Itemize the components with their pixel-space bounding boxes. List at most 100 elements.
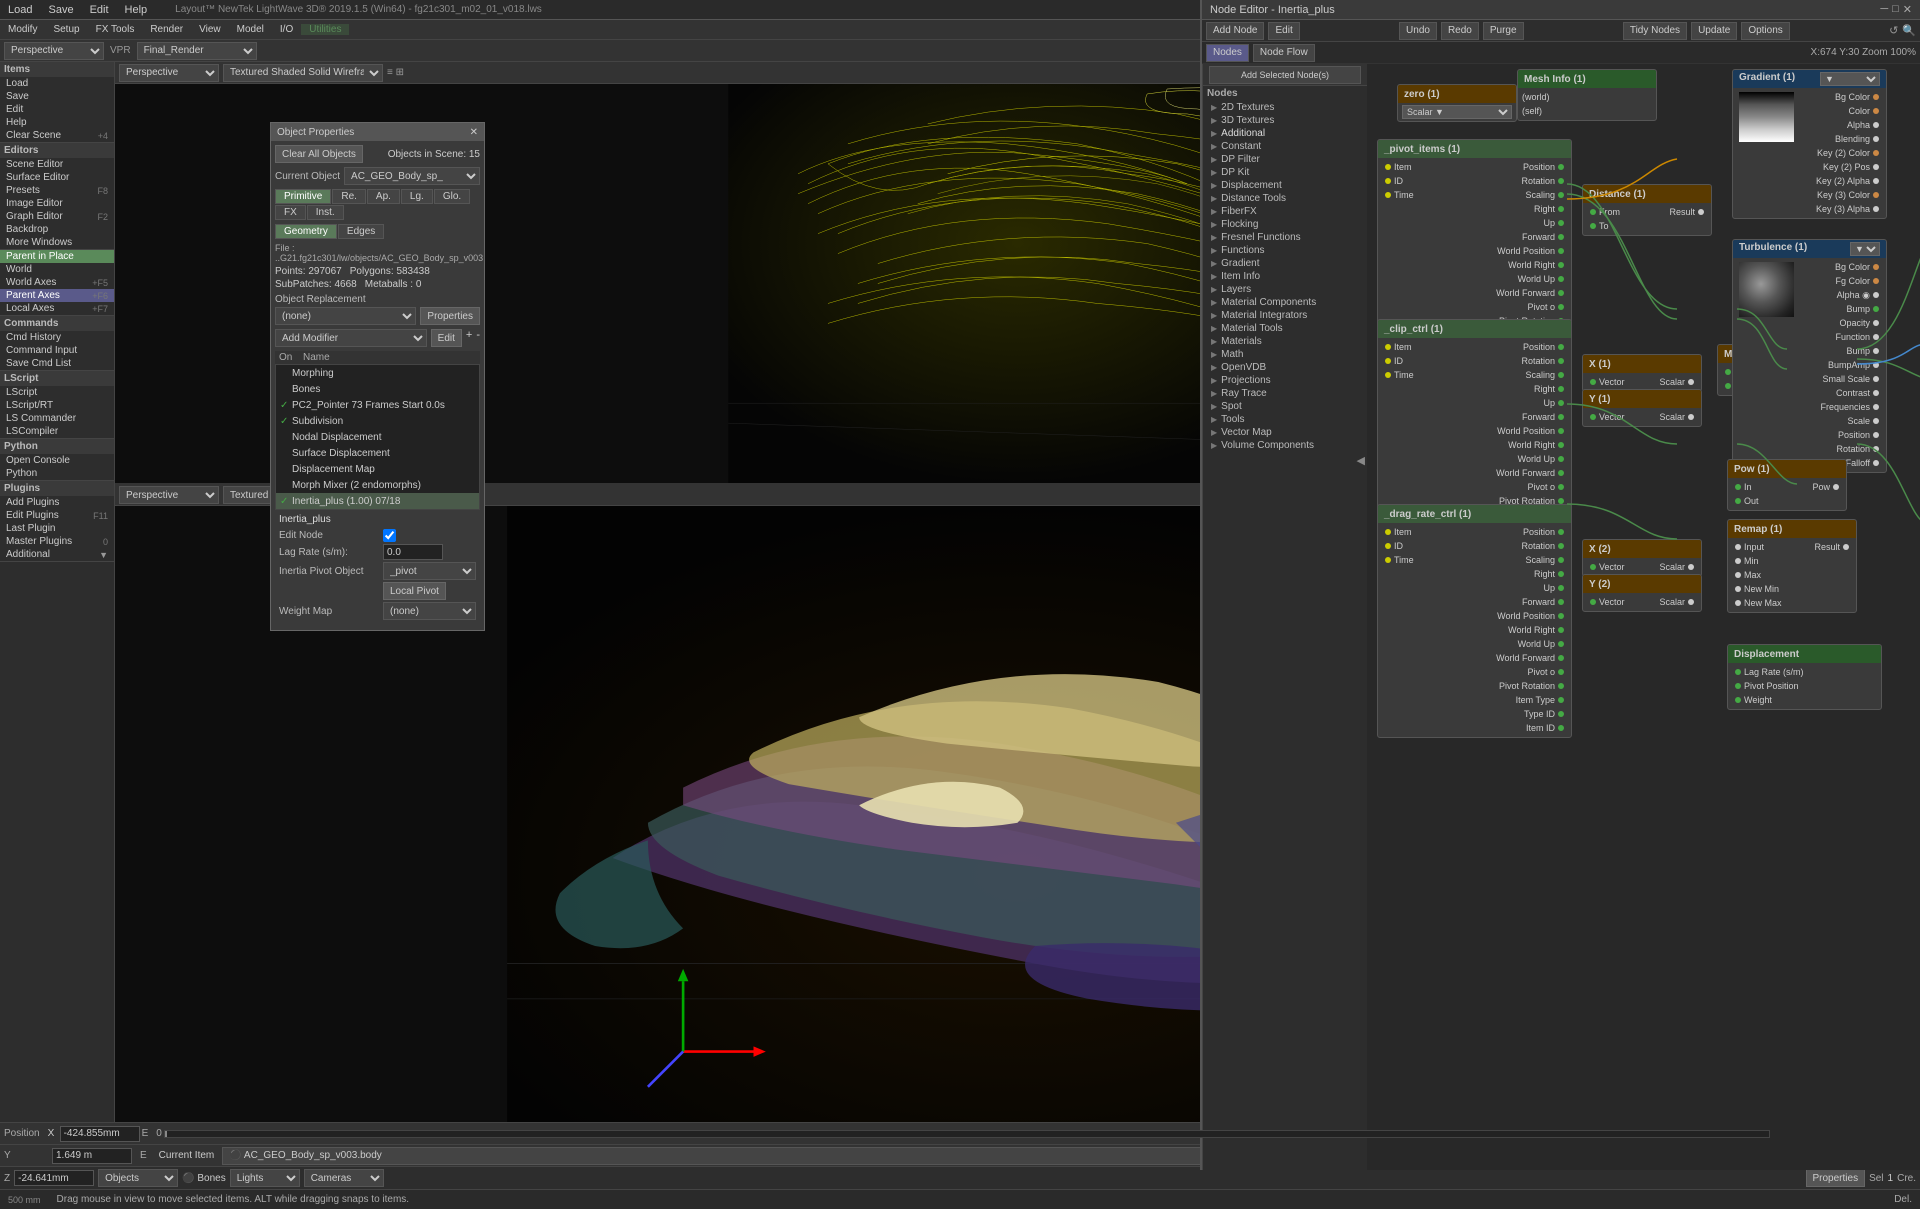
tab-inst[interactable]: Inst. [307,205,344,220]
sidebar-ls-commander[interactable]: LS Commander [0,412,114,425]
sidebar-lscompiler[interactable]: LSCompiler [0,425,114,438]
modifier-bones[interactable]: Bones [276,381,479,397]
node-category-3d-textures[interactable]: 3D Textures [1203,114,1367,127]
node-category-additional[interactable]: Additional [1203,127,1367,140]
node-category-tools[interactable]: Tools [1203,413,1367,426]
objects-select[interactable]: Objects [98,1169,178,1187]
tab-lg[interactable]: Lg. [401,189,433,204]
node-category-materials[interactable]: Materials [1203,335,1367,348]
timeline-slider[interactable] [164,1130,1771,1138]
tab-ap[interactable]: Ap. [367,189,400,204]
purge-btn[interactable]: Purge [1483,22,1524,40]
modifier-morphing[interactable]: Morphing [276,365,479,381]
x-e-btn[interactable]: E [142,1128,149,1139]
local-pivot-btn[interactable]: Local Pivot [383,582,446,600]
sidebar-item-load[interactable]: Load [0,77,114,90]
tab-model[interactable]: Model [229,24,272,35]
node-category-fiberfx[interactable]: FiberFX [1203,205,1367,218]
sidebar-image-editor[interactable]: Image Editor [0,197,114,210]
sidebar-local-axes[interactable]: Local Axes+F7 [0,302,114,315]
tab-glo[interactable]: Glo. [434,189,470,204]
node-category-gradient[interactable]: Gradient [1203,257,1367,270]
sidebar-item-save[interactable]: Save [0,90,114,103]
sidebar-master-plugins[interactable]: Master Plugins0 [0,535,114,548]
sidebar-backdrop[interactable]: Backdrop [0,223,114,236]
clear-all-objects-btn[interactable]: Clear All Objects [275,145,363,163]
node-category-dp-kit[interactable]: DP Kit [1203,166,1367,179]
sidebar-more-windows[interactable]: More Windows [0,236,114,249]
nodes-panel-collapse[interactable]: ◀ [1203,452,1367,469]
node-zero[interactable]: zero (1) Scalar ▼ [1397,84,1517,122]
node-remap[interactable]: Remap (1) Input Min Max New Min New Max … [1727,519,1857,613]
pivot-select[interactable]: _pivot [383,562,476,580]
add-modifier-select[interactable]: Add Modifier [275,329,427,347]
node-gradient1[interactable]: Gradient (1) ▼ Bg Color Color Alpha Blen… [1732,69,1887,219]
sidebar-add-plugins[interactable]: Add Plugins [0,496,114,509]
sidebar-lscript-rt[interactable]: LScript/RT [0,399,114,412]
modifier-surface-disp[interactable]: Surface Displacement [276,445,479,461]
x-input[interactable] [60,1126,140,1142]
obj-props-close-btn[interactable]: ✕ [470,127,478,138]
node-category-raytrace[interactable]: Ray Trace [1203,387,1367,400]
node-displacement[interactable]: Displacement Lag Rate (s/m) Pivot Positi… [1727,644,1882,710]
node-category-material-tools[interactable]: Material Tools [1203,322,1367,335]
menu-help[interactable]: Help [117,4,156,16]
y-e-btn[interactable]: E [140,1150,147,1161]
close-btn[interactable]: ✕ [1903,3,1912,16]
sidebar-graph-editor[interactable]: Graph EditorF2 [0,210,114,223]
edit-modifier-btn[interactable]: Edit [431,329,462,347]
y-input[interactable] [52,1148,132,1164]
turbulence-type-select[interactable]: ▼ [1850,242,1880,256]
node-drag-rate[interactable]: _drag_rate_ctrl (1) Item ID Time Positio… [1377,504,1572,738]
node-category-material-components[interactable]: Material Components [1203,296,1367,309]
node-category-vector-map[interactable]: Vector Map [1203,426,1367,439]
search-icon[interactable]: 🔍 [1902,24,1916,37]
node-category-volume-components[interactable]: Volume Components [1203,439,1367,452]
tab-utilities[interactable]: Utilities [301,24,349,35]
minimize-btn[interactable]: ─ [1880,3,1888,16]
sidebar-edit-plugins[interactable]: Edit PluginsF11 [0,509,114,522]
node-pow[interactable]: Pow (1) In Out Pow [1727,459,1847,511]
sidebar-open-console[interactable]: Open Console [0,454,114,467]
options-btn[interactable]: Options [1741,22,1789,40]
node-category-constant[interactable]: Constant [1203,140,1367,153]
sidebar-additional[interactable]: Additional▼ [0,548,114,561]
z-input[interactable] [14,1170,94,1186]
sidebar-item-edit[interactable]: Edit [0,103,114,116]
node-category-flocking[interactable]: Flocking [1203,218,1367,231]
undo-btn[interactable]: Undo [1399,22,1437,40]
edit-node-checkbox[interactable] [383,529,396,542]
modifier-icon1[interactable]: + [466,329,472,347]
node-category-projections[interactable]: Projections [1203,374,1367,387]
tab-geometry[interactable]: Geometry [275,224,337,239]
viewport-camera-select[interactable]: Perspective [119,64,219,82]
properties-btn[interactable]: Properties [420,307,480,325]
tab-edges[interactable]: Edges [338,224,384,239]
add-selected-node-btn[interactable]: Add Selected Node(s) [1209,66,1361,84]
refresh-icon[interactable]: ↺ [1889,24,1898,37]
menu-edit[interactable]: Edit [82,4,117,16]
tab-fx[interactable]: FX [275,205,306,220]
sidebar-cmd-history[interactable]: Cmd History [0,331,114,344]
sidebar-parent-axes[interactable]: Parent Axes+F6 [0,289,114,302]
node-mesh-info[interactable]: Mesh Info (1) (world) (self) [1517,69,1657,121]
camera-select[interactable]: Perspective [4,42,104,60]
sidebar-clear-scene[interactable]: Clear Scene+4 [0,129,114,142]
replacement-select[interactable]: (none) [275,307,416,325]
node-turbulence[interactable]: Turbulence (1) ▼ Bg Color Fg Color Alpha… [1732,239,1887,473]
sidebar-world-axes[interactable]: World Axes+F5 [0,276,114,289]
menu-file[interactable]: Load [0,4,40,16]
sidebar-save-cmd-list[interactable]: Save Cmd List [0,357,114,370]
modifier-pc2[interactable]: ✓PC2_Pointer 73 Frames Start 0.0s [276,397,479,413]
node-category-item-info[interactable]: Item Info [1203,270,1367,283]
render-select[interactable]: Final_Render [137,42,257,60]
modifier-inertia[interactable]: ✓Inertia_plus (1.00) 07/18 [276,493,479,509]
node-category-fresnel[interactable]: Fresnel Functions [1203,231,1367,244]
properties-btn3[interactable]: Properties [1806,1169,1866,1187]
node-distance[interactable]: Distance (1) From To Result [1582,184,1712,236]
maximize-btn[interactable]: □ [1892,3,1899,16]
tab-modify[interactable]: Modify [0,24,45,35]
sidebar-python[interactable]: Python [0,467,114,480]
node-category-math[interactable]: Math [1203,348,1367,361]
modifier-subdivision[interactable]: ✓Subdivision [276,413,479,429]
